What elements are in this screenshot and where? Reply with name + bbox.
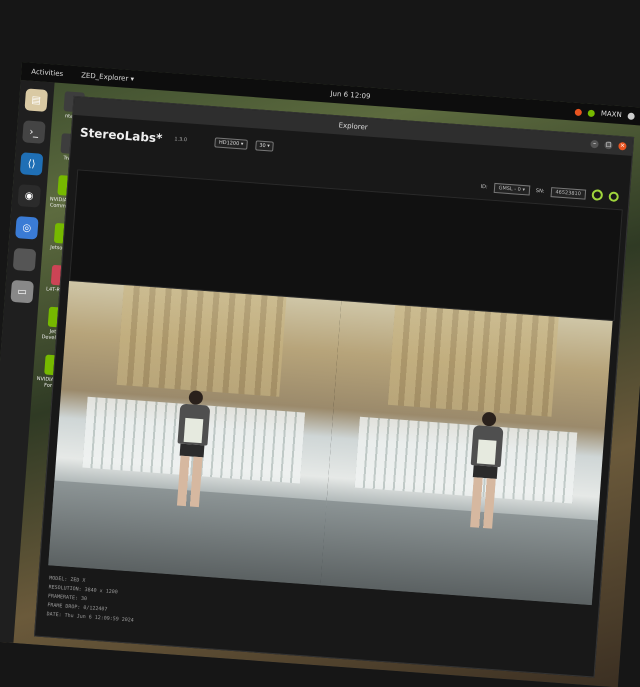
disk-icon[interactable]: ▭ bbox=[10, 279, 34, 304]
obs-icon[interactable]: ◉ bbox=[17, 184, 41, 208]
window-controls: – □ × bbox=[590, 139, 627, 151]
right-camera-view bbox=[319, 300, 613, 606]
sn-label: SN: bbox=[535, 187, 545, 195]
clock[interactable]: Jun 6 12:09 bbox=[330, 90, 370, 101]
resolution-select[interactable]: HD1200 ▾ bbox=[214, 137, 248, 150]
chromium-icon[interactable]: ◎ bbox=[15, 216, 39, 240]
files-icon[interactable]: ▤ bbox=[24, 88, 49, 112]
minimize-icon[interactable]: – bbox=[590, 139, 599, 149]
camera-info-panel: MODEL: ZED X RESOLUTION: 3840 x 1200 FRA… bbox=[46, 574, 136, 625]
gear-icon[interactable] bbox=[608, 190, 620, 202]
id-label: ID: bbox=[480, 183, 488, 190]
stereo-video-view bbox=[48, 281, 613, 606]
version-label: 1.3.0 bbox=[174, 136, 188, 144]
activities-button[interactable]: Activities bbox=[31, 68, 63, 78]
close-icon[interactable]: × bbox=[618, 141, 627, 151]
camera-id-select[interactable]: GMSL - 0 ▾ bbox=[493, 182, 531, 196]
system-tray[interactable]: MAXN bbox=[574, 108, 640, 121]
brand-logo: StereoLabs* bbox=[79, 125, 163, 146]
window-title: Explorer bbox=[338, 121, 369, 132]
serial-number-field[interactable]: 46523810 bbox=[550, 186, 587, 200]
desktop-screen: Activities ZED_Explorer ▾ Jun 6 12:09 MA… bbox=[0, 62, 640, 687]
power-mode-label[interactable]: MAXN bbox=[601, 110, 622, 120]
nvidia-icon[interactable] bbox=[587, 109, 596, 117]
app-menu[interactable]: ZED_Explorer ▾ bbox=[81, 71, 134, 83]
terminal-icon[interactable]: ›_ bbox=[22, 120, 46, 144]
refresh-icon[interactable] bbox=[591, 189, 604, 201]
update-icon[interactable] bbox=[574, 108, 583, 116]
app-icon[interactable] bbox=[12, 247, 37, 272]
maximize-icon[interactable]: □ bbox=[604, 140, 613, 150]
left-camera-view bbox=[48, 281, 341, 586]
fps-select[interactable]: 30 ▾ bbox=[254, 140, 275, 152]
explorer-window: Explorer – □ × StereoLabs* 1.3.0 HD1200 … bbox=[33, 95, 635, 678]
network-icon[interactable] bbox=[627, 112, 635, 120]
vscode-icon[interactable]: ⟨⟩ bbox=[19, 152, 44, 176]
